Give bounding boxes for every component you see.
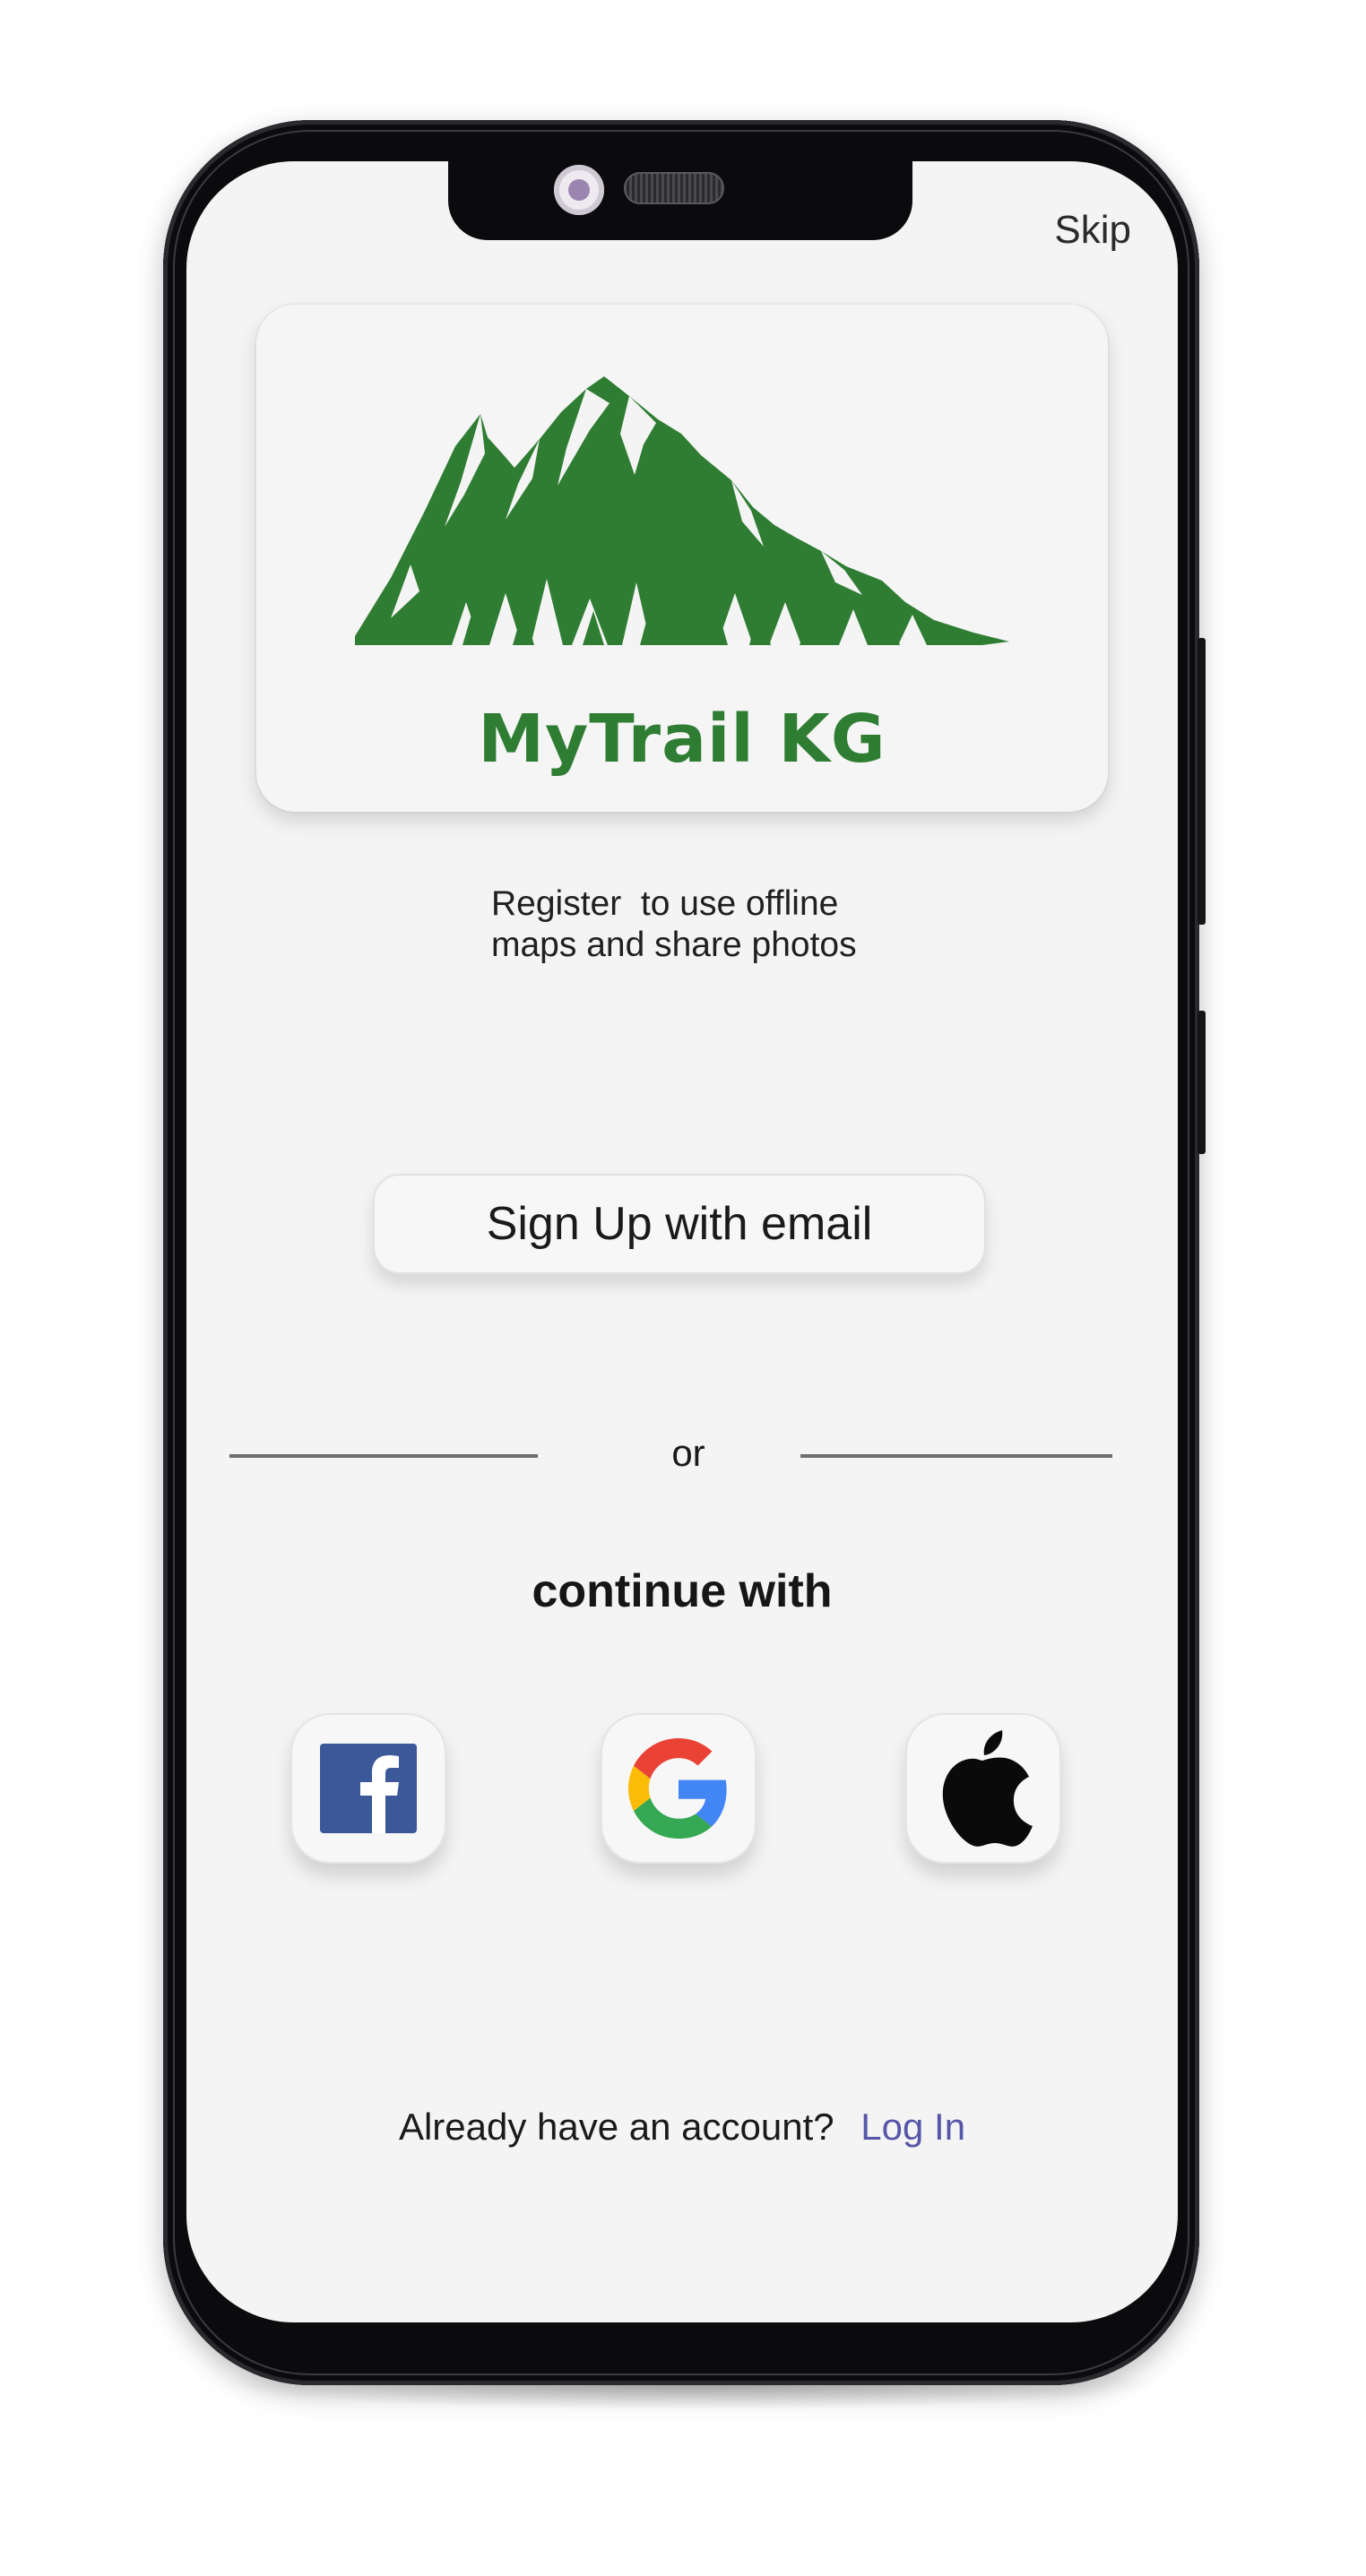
login-prompt: Already have an account?	[398, 2106, 834, 2148]
app-screen: Skip MyTrail KG Register to use offline …	[186, 161, 1178, 2322]
logo-card: MyTrail KG	[256, 305, 1108, 812]
power-button	[1197, 1011, 1206, 1154]
tagline-line-2: maps and share photos	[491, 926, 857, 964]
skip-button[interactable]: Skip	[1054, 208, 1131, 253]
apple-icon	[942, 1730, 1033, 1847]
login-link[interactable]: Log In	[860, 2106, 965, 2148]
divider-left	[229, 1454, 538, 1458]
google-icon	[628, 1738, 727, 1839]
page: Skip MyTrail KG Register to use offline …	[0, 0, 1366, 2576]
apple-login-button[interactable]	[905, 1713, 1061, 1864]
brand-title: MyTrail KG	[478, 701, 886, 778]
divider-right	[800, 1454, 1112, 1458]
front-camera	[554, 165, 604, 215]
google-login-button[interactable]	[601, 1713, 756, 1864]
notch	[448, 161, 912, 240]
login-prompt-row: Already have an account? Log In	[186, 2106, 1178, 2149]
facebook-login-button[interactable]	[290, 1713, 446, 1864]
mountain-logo-icon	[355, 376, 1009, 645]
tagline: Register to use offline maps and share p…	[491, 883, 957, 966]
tagline-line-1: Register to use offline	[491, 884, 839, 923]
signup-email-button[interactable]: Sign Up with email	[373, 1174, 986, 1274]
earpiece-speaker	[624, 172, 724, 204]
or-label: or	[671, 1432, 705, 1474]
facebook-icon	[320, 1744, 417, 1833]
continue-with-label: continue with	[532, 1565, 833, 1617]
volume-button	[1197, 638, 1206, 925]
